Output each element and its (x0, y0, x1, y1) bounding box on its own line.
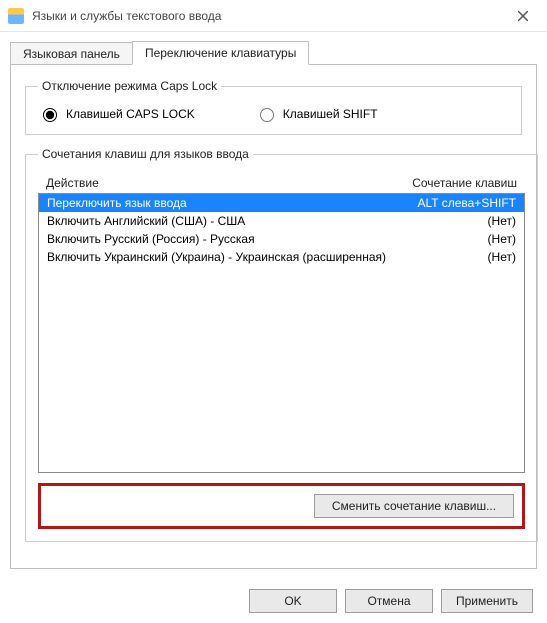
list-item[interactable]: Включить Английский (США) - США(Нет) (39, 212, 524, 230)
list-item-action: Включить Украинский (Украина) - Украинск… (47, 250, 386, 264)
col-action: Действие (46, 176, 387, 190)
list-item-action: Переключить язык ввода (47, 196, 386, 210)
list-item[interactable]: Включить Украинский (Украина) - Украинск… (39, 248, 524, 266)
list-item-action: Включить Английский (США) - США (47, 214, 386, 228)
list-item[interactable]: Включить Русский (Россия) - Русская(Нет) (39, 230, 524, 248)
list-item-combo: (Нет) (386, 214, 516, 228)
list-item-action: Включить Русский (Россия) - Русская (47, 232, 386, 246)
cancel-button[interactable]: Отмена (345, 589, 433, 613)
highlight-box: Сменить сочетание клавиш... (38, 483, 525, 529)
hotkeys-group: Сочетания клавиш для языков ввода Действ… (25, 147, 538, 542)
radio-shift-label: Клавишей SHIFT (283, 107, 378, 121)
ok-button[interactable]: OK (249, 589, 337, 613)
tab-keyboard-switch[interactable]: Переключение клавиатуры (132, 41, 309, 65)
hotkeys-legend: Сочетания клавиш для языков ввода (38, 147, 253, 161)
radio-shift-input[interactable] (260, 108, 274, 122)
tab-panel: Отключение режима Caps Lock Клавишей CAP… (10, 64, 537, 569)
app-icon (8, 8, 24, 24)
tab-language-panel[interactable]: Языковая панель (10, 42, 133, 65)
hotkeys-list[interactable]: Переключить язык вводаALT слева+SHIFTВкл… (38, 193, 525, 473)
radio-capslock-input[interactable] (43, 108, 57, 122)
capslock-group: Отключение режима Caps Lock Клавишей CAP… (25, 79, 522, 135)
change-hotkey-button[interactable]: Сменить сочетание клавиш... (314, 494, 514, 518)
list-item-combo: (Нет) (386, 232, 516, 246)
list-item[interactable]: Переключить язык вводаALT слева+SHIFT (39, 194, 524, 212)
radio-shift[interactable]: Клавишей SHIFT (255, 105, 378, 122)
close-button[interactable] (507, 4, 539, 28)
titlebar: Языки и службы текстового ввода (0, 0, 547, 32)
radio-capslock[interactable]: Клавишей CAPS LOCK (38, 105, 195, 122)
window-title: Языки и службы текстового ввода (32, 9, 507, 23)
list-header: Действие Сочетание клавиш (38, 173, 525, 193)
radio-capslock-label: Клавишей CAPS LOCK (66, 107, 195, 121)
apply-button[interactable]: Применить (441, 589, 533, 613)
close-icon (518, 11, 528, 21)
col-combo: Сочетание клавиш (387, 176, 517, 190)
tabs: Языковая панель Переключение клавиатуры (10, 38, 537, 64)
list-item-combo: ALT слева+SHIFT (386, 196, 516, 210)
capslock-legend: Отключение режима Caps Lock (38, 79, 221, 93)
list-item-combo: (Нет) (386, 250, 516, 264)
dialog-buttons: OK Отмена Применить (0, 579, 547, 623)
